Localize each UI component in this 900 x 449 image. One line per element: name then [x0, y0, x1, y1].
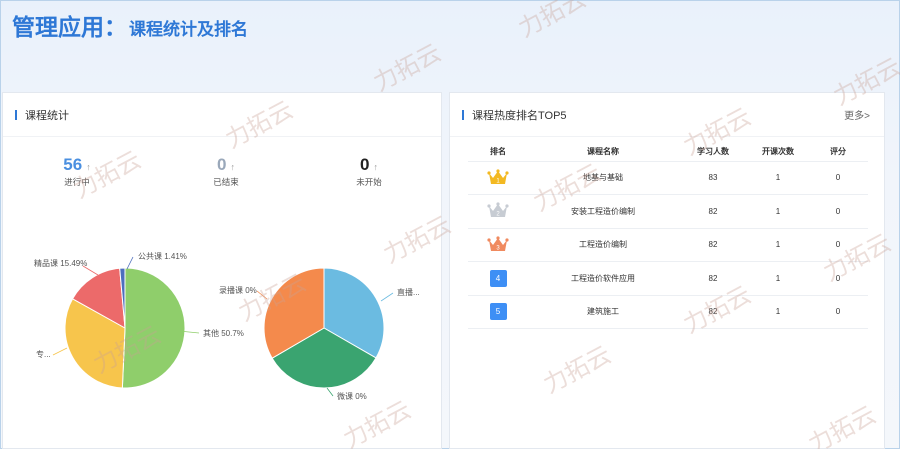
table-row[interactable]: 4 工程造价软件应用 82 1 0: [468, 261, 868, 296]
course-name-cell[interactable]: 安装工程造价编制: [528, 194, 678, 229]
pie-slice-label: 专...: [36, 349, 51, 359]
page-title: 管理应用：: [12, 14, 127, 40]
stat-not-started[interactable]: 0 ↑ 未开始: [329, 155, 409, 188]
table-row[interactable]: 3 工程造价编制 82 1 0: [468, 228, 868, 262]
rank-cell: 1: [468, 161, 528, 195]
bronze-crown-icon: 3: [487, 236, 509, 251]
ranking-table: 排名 课程名称 学习人数 开课次数 评分 1 地基与基础 83 1 0 2 安装工程造价编制…: [468, 143, 868, 329]
rank-cell: 4: [468, 261, 528, 296]
label-leader-line: [256, 290, 268, 300]
table-row[interactable]: 2 安装工程造价编制 82 1 0: [468, 194, 868, 229]
rank-cell: 3: [468, 228, 528, 262]
stat-value: 0: [217, 155, 227, 174]
stat-label: 进行中: [64, 177, 90, 187]
course-name-cell[interactable]: 地基与基础: [528, 161, 678, 195]
rank-badge: 4: [489, 269, 507, 287]
score-cell: 0: [808, 261, 868, 296]
table-row[interactable]: 5 建筑施工 82 1 0: [468, 295, 868, 329]
label-leader-line: [380, 292, 394, 302]
page-subtitle: 课程统计及排名: [129, 20, 248, 39]
course-ranking-title: 课程热度排名TOP5: [472, 109, 567, 122]
column-header-learners: 学习人数: [678, 143, 748, 162]
learners-cell: 82: [678, 261, 748, 296]
column-header-course-name: 课程名称: [528, 143, 678, 162]
stat-value: 56: [63, 155, 83, 174]
pie-charts: 其他 50.7% 专... 精品课 15.49% 公共课 1.41% 直播... 微课 0…: [34, 252, 420, 401]
sessions-cell: 1: [748, 295, 808, 329]
up-arrow-icon: ↑: [230, 162, 235, 172]
rank-badge: 5: [489, 303, 507, 321]
rank-cell: 5: [468, 295, 528, 329]
sessions-cell: 1: [748, 194, 808, 229]
course-stats-panel: 课程统计 56 ↑ 进行中 0 ↑ 已结束 0 ↑ 未开始 其他 50.7% 专... 精…: [2, 92, 442, 449]
column-header-rank: 排名: [468, 143, 528, 162]
score-cell: 0: [808, 228, 868, 262]
learners-cell: 82: [678, 194, 748, 229]
stat-finished[interactable]: 0 ↑ 已结束: [186, 155, 266, 188]
score-cell: 0: [808, 295, 868, 329]
course-ranking-panel: 课程热度排名TOP5 更多> 排名 课程名称 学习人数 开课次数 评分 1 地基与…: [449, 92, 885, 449]
table-row[interactable]: 1 地基与基础 83 1 0: [468, 161, 868, 195]
course-name-cell[interactable]: 工程造价编制: [528, 228, 678, 262]
score-cell: 0: [808, 161, 868, 195]
up-arrow-icon: ↑: [373, 162, 378, 172]
table-header-row: 排名 课程名称 学习人数 开课次数 评分: [468, 143, 868, 162]
gold-crown-icon: 1: [487, 169, 509, 184]
pie-slice-label: 直播...: [397, 287, 420, 297]
pie-slice-label: 微课 0%: [337, 391, 367, 401]
stat-in-progress[interactable]: 56 ↑ 进行中: [37, 155, 117, 188]
silver-crown-icon: 2: [487, 202, 509, 218]
stat-value: 0: [360, 155, 370, 174]
learners-cell: 83: [678, 161, 748, 195]
sessions-cell: 1: [748, 228, 808, 262]
label-leader-line: [126, 256, 134, 270]
course-stats-header: 课程统计: [3, 93, 441, 137]
rank-cell: 2: [468, 194, 528, 229]
course-stats-title: 课程统计: [25, 109, 69, 122]
stat-label: 未开始: [356, 177, 382, 187]
pie-slice-label: 公共课 1.41%: [138, 252, 187, 261]
sessions-cell: 1: [748, 161, 808, 195]
course-name-cell[interactable]: 建筑施工: [528, 295, 678, 329]
title-accent-bar: [15, 109, 17, 120]
stat-label: 已结束: [213, 177, 239, 187]
course-ranking-header: 课程热度排名TOP5 更多>: [450, 93, 884, 137]
course-name-cell[interactable]: 工程造价软件应用: [528, 261, 678, 296]
pie-slice-label: 录播课 0%: [219, 285, 257, 295]
title-accent-bar: [462, 109, 464, 120]
learners-cell: 82: [678, 295, 748, 329]
label-leader-line: [52, 347, 68, 356]
up-arrow-icon: ↑: [86, 162, 91, 172]
pie-slice-label: 其他 50.7%: [203, 328, 244, 338]
score-cell: 0: [808, 194, 868, 229]
more-link[interactable]: 更多>: [844, 107, 870, 122]
sessions-cell: 1: [748, 261, 808, 296]
pie-slice-label: 精品课 15.49%: [34, 258, 87, 268]
pie-slice[interactable]: [121, 267, 186, 389]
page-header: 管理应用： 课程统计及排名: [12, 8, 248, 42]
learners-cell: 82: [678, 228, 748, 262]
label-leader-line: [326, 387, 334, 397]
column-header-sessions: 开课次数: [748, 143, 808, 162]
status-counters: 56 ↑ 进行中 0 ↑ 已结束 0 ↑ 未开始: [3, 155, 443, 195]
column-header-score: 评分: [808, 143, 868, 162]
